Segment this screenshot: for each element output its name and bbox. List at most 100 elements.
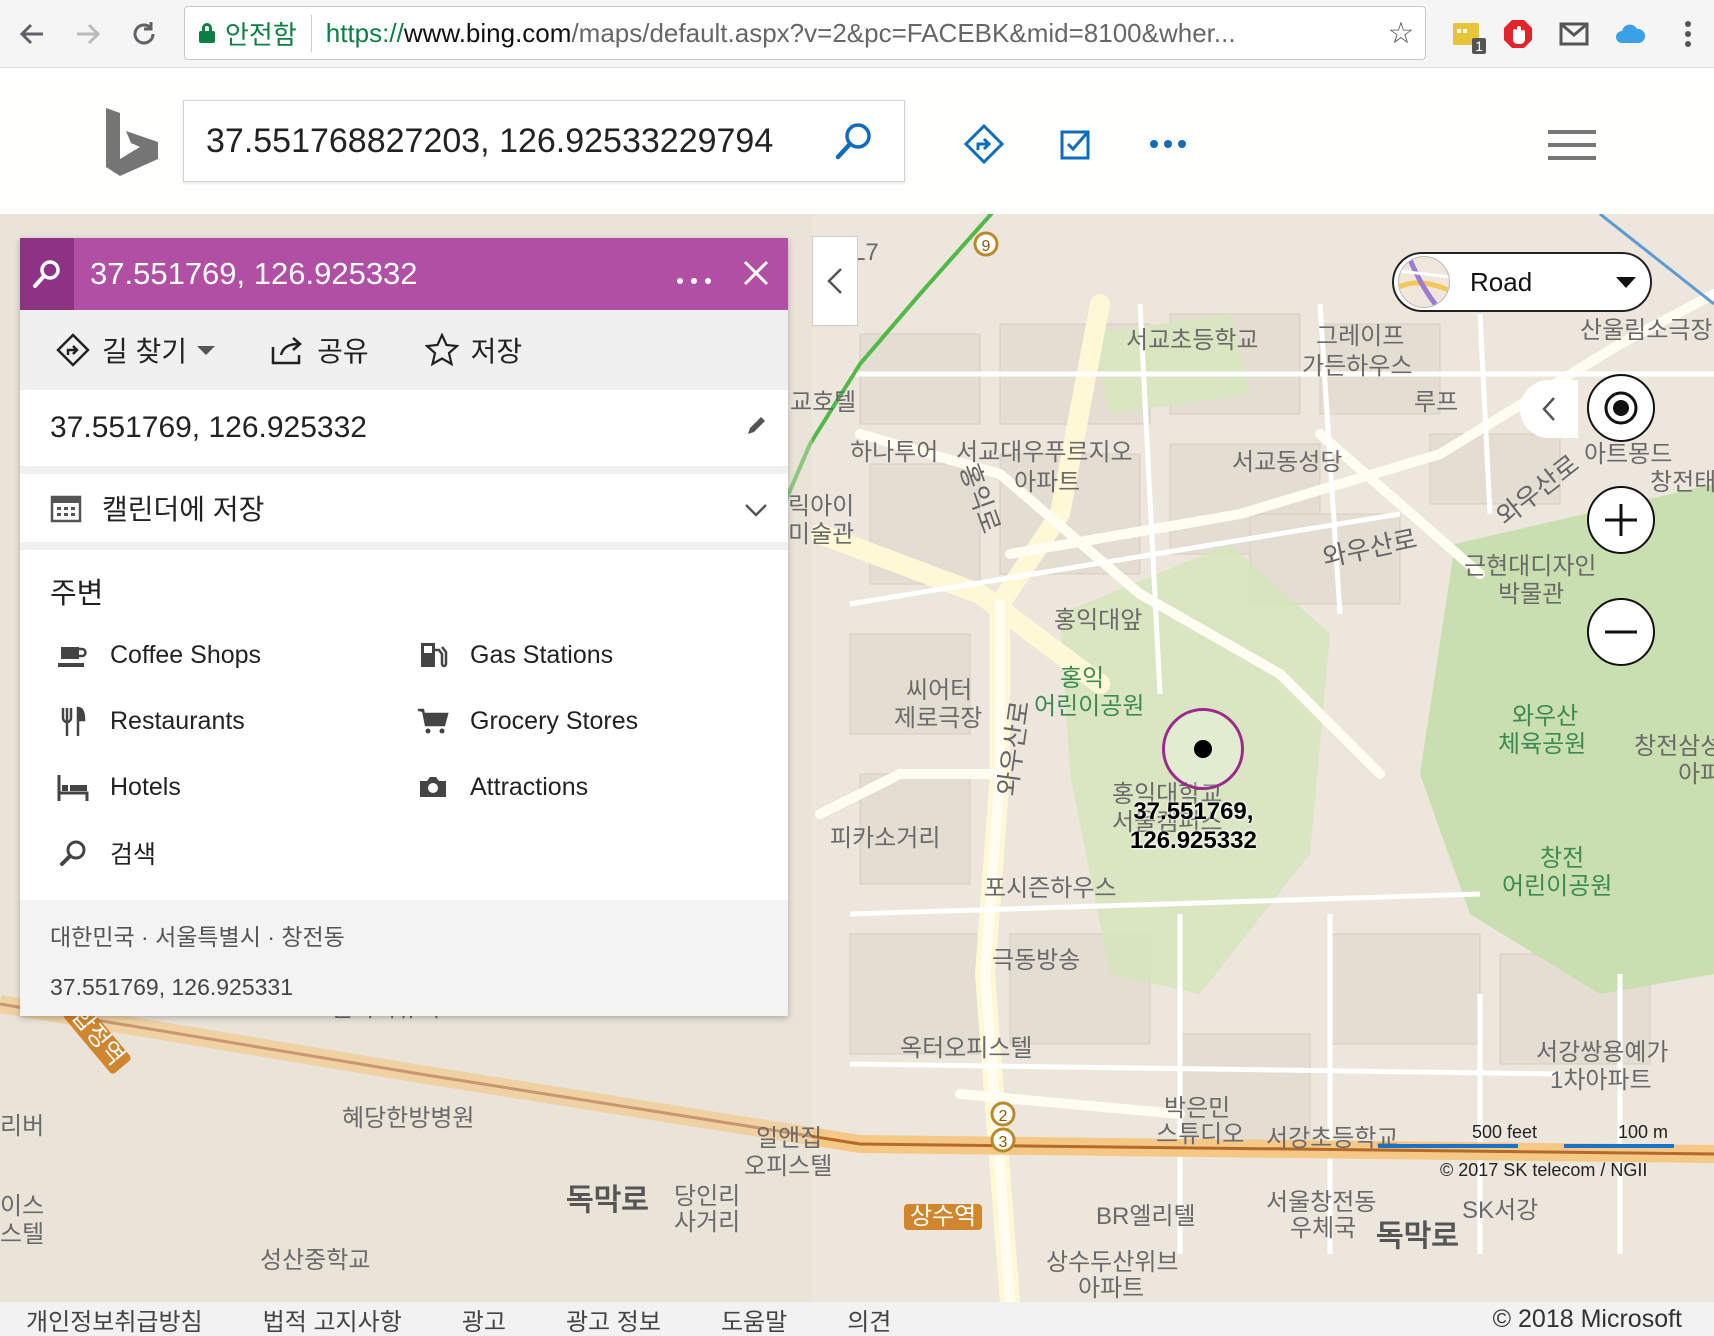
- map-label: 리버: [0, 1113, 45, 1140]
- coffee-icon: [56, 638, 90, 672]
- nearby-restaurants[interactable]: Restaurants: [56, 688, 416, 754]
- reload-button[interactable]: [120, 10, 168, 58]
- secure-label: 안전함: [225, 14, 312, 52]
- map-label: 스튜디오: [1156, 1121, 1245, 1148]
- zoom-out-button[interactable]: [1587, 598, 1655, 666]
- footer-link-ads[interactable]: 광고: [462, 1302, 506, 1336]
- edit-pencil-icon[interactable]: [724, 413, 788, 444]
- browser-menu-icon[interactable]: [1668, 14, 1708, 54]
- search-button[interactable]: [824, 111, 884, 171]
- camera-icon: [416, 770, 450, 804]
- locate-icon: [1604, 391, 1638, 425]
- footer-link-help[interactable]: 도움말: [721, 1302, 787, 1336]
- save-to-calendar-row[interactable]: 캘린더에 저장: [20, 474, 788, 550]
- chevron-down-icon[interactable]: [724, 493, 788, 524]
- address-bar[interactable]: 안전함 https://www.bing.com/maps/default.as…: [184, 6, 1426, 60]
- map-label: 성산중학교: [260, 1247, 371, 1274]
- nearby-label: Grocery Stores: [470, 706, 639, 735]
- map-label: 루프: [1414, 389, 1459, 416]
- map-label: SK서강: [1462, 1197, 1539, 1224]
- map-label: 창전삼성: [1634, 733, 1714, 760]
- panel-title: 37.551769, 126.925332: [90, 256, 418, 291]
- map-style-dropdown[interactable]: Road: [1392, 252, 1652, 312]
- footer-link-privacy[interactable]: 개인정보취급방침: [26, 1302, 203, 1336]
- nearby-gas-stations[interactable]: Gas Stations: [416, 622, 776, 688]
- checklist-icon: [1060, 130, 1090, 160]
- nearby-label: Restaurants: [110, 706, 245, 735]
- map-label: 아파트: [1014, 469, 1081, 496]
- nearby-search[interactable]: 검색: [56, 820, 416, 886]
- nearby-label: Gas Stations: [470, 640, 614, 669]
- scale-meters-label: 100 m: [1618, 1122, 1669, 1142]
- map-label: 어린이공원: [1034, 693, 1145, 720]
- footer-link-legal[interactable]: 법적 고지사항: [263, 1302, 402, 1336]
- map-label: 가든하우스: [1302, 353, 1413, 380]
- nearby-coffee-shops[interactable]: Coffee Shops: [56, 622, 416, 688]
- nearby-attractions[interactable]: Attractions: [416, 754, 776, 820]
- forward-button[interactable]: [64, 10, 112, 58]
- search-input[interactable]: [184, 121, 824, 161]
- panel-collapse-button[interactable]: [812, 236, 858, 326]
- nearby-heading: 주변: [50, 578, 104, 610]
- footer-link-feedback[interactable]: 의견: [847, 1302, 891, 1336]
- restaurant-icon: [56, 704, 90, 738]
- map-label: 사거리: [674, 1209, 741, 1236]
- save-action-button[interactable]: 저장: [423, 330, 522, 370]
- nearby-label: Hotels: [110, 772, 181, 801]
- nearby-grocery-stores[interactable]: Grocery Stores: [416, 688, 776, 754]
- map-label: 혜당한방병원: [342, 1105, 475, 1132]
- search-icon: [56, 836, 90, 870]
- directions-action-label: 길 찾기: [102, 336, 188, 367]
- map-label: 오피스텔: [744, 1153, 833, 1180]
- footer-link-ad-info[interactable]: 광고 정보: [566, 1302, 661, 1336]
- hamburger-menu-icon[interactable]: [1548, 130, 1596, 160]
- nearby-label: 검색: [110, 841, 157, 869]
- controls-collapse-button[interactable]: [1520, 380, 1578, 438]
- map-label: 박물관: [1498, 581, 1565, 608]
- bing-logo-icon[interactable]: [104, 106, 160, 178]
- scale-feet-label: 500 feet: [1472, 1122, 1538, 1142]
- pin-coordinate-label: 37.551769, 126.925332: [1130, 798, 1257, 854]
- directions-action-button[interactable]: 길 찾기: [54, 330, 216, 370]
- cloud-icon[interactable]: [1610, 14, 1650, 54]
- page-footer: 개인정보취급방침 법적 고지사항 광고 광고 정보 도움말 의견 © 2018 …: [0, 1302, 1714, 1336]
- map-label: 일앤집: [756, 1125, 823, 1152]
- map-label: 제로극장: [894, 705, 983, 732]
- map-label: 우체국: [1290, 1215, 1357, 1242]
- map-scale-bar: 500 feet 100 m: [1378, 1122, 1674, 1152]
- url-text[interactable]: https://www.bing.com/maps/default.aspx?v…: [326, 18, 1377, 49]
- location-coordinates: 37.551769, 126.925331: [50, 974, 294, 1000]
- close-icon[interactable]: [724, 253, 788, 296]
- nearby-label: Coffee Shops: [110, 640, 262, 669]
- footer-copyright: © 2018 Microsoft: [1492, 1304, 1682, 1333]
- share-action-button[interactable]: 공유: [269, 330, 369, 370]
- station-label: 상수역: [904, 1203, 983, 1231]
- location-path: 대한민국 · 서울특별시 · 창전동: [50, 924, 345, 950]
- directions-button[interactable]: [960, 120, 1008, 168]
- panel-more-icon[interactable]: [664, 256, 724, 293]
- map-label: 아파: [1678, 761, 1714, 788]
- map-label: 미술관: [788, 521, 855, 548]
- mail-icon[interactable]: [1554, 14, 1594, 54]
- caret-down-icon: [197, 345, 216, 355]
- svg-text:3: 3: [999, 1134, 1008, 1151]
- minus-icon: [1605, 630, 1637, 634]
- search-box: [183, 100, 905, 182]
- adblock-icon[interactable]: [1498, 14, 1538, 54]
- map-label: 아트몽드: [1584, 441, 1673, 468]
- bookmark-star-icon[interactable]: ☆: [1377, 16, 1425, 51]
- nearby-hotels[interactable]: Hotels: [56, 754, 416, 820]
- locate-me-button[interactable]: [1587, 374, 1655, 442]
- zoom-in-button[interactable]: [1587, 486, 1655, 554]
- my-places-button[interactable]: [1052, 120, 1100, 168]
- lock-icon: [199, 23, 215, 43]
- back-button[interactable]: [8, 10, 56, 58]
- hotel-icon: [56, 770, 90, 804]
- map-label: 하나투어: [850, 439, 939, 466]
- extension-notes-icon[interactable]: 1: [1446, 14, 1486, 54]
- location-pin-icon[interactable]: [1194, 740, 1212, 758]
- map-label: 그레이프: [1316, 323, 1405, 350]
- location-panel: 37.551769, 126.925332 길 찾기 공유 저장 37.5517…: [20, 238, 788, 1016]
- share-icon: [269, 331, 307, 369]
- more-options-icon[interactable]: [1144, 120, 1192, 168]
